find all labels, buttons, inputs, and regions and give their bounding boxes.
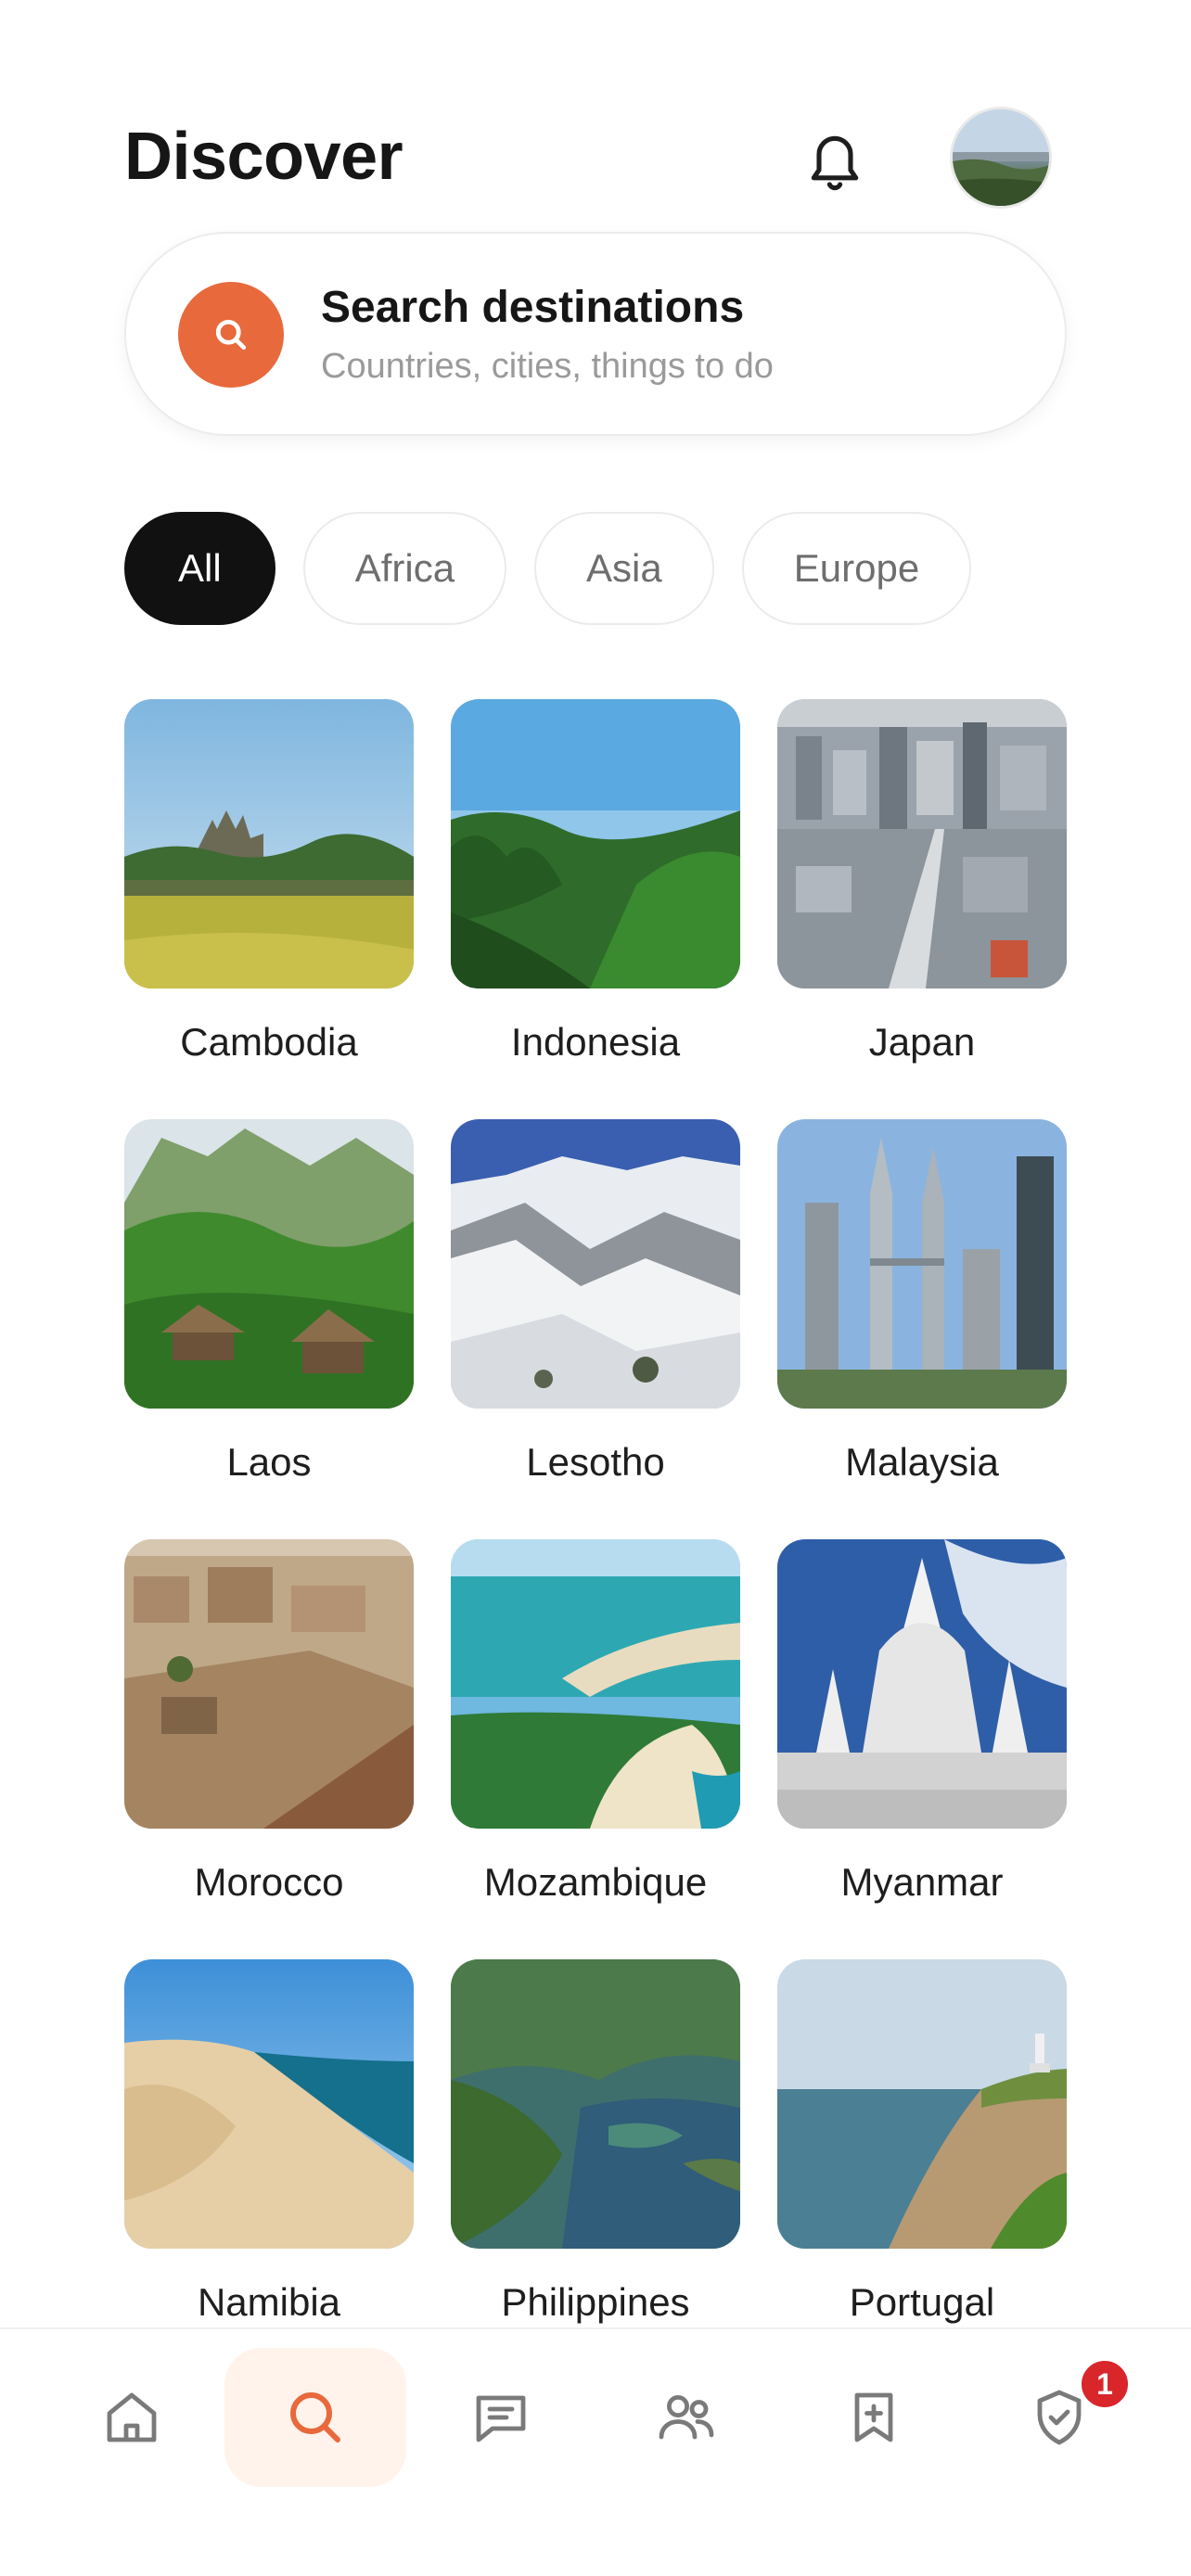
notifications-button[interactable] <box>798 122 872 197</box>
destination-image <box>777 1539 1067 1829</box>
destination-image <box>124 1539 414 1829</box>
destination-name: Portugal <box>849 2280 995 2324</box>
destination-image <box>124 1119 414 1409</box>
destination-name: Japan <box>868 1020 976 1064</box>
destination-card[interactable]: Laos <box>124 1119 414 1539</box>
destination-name: Lesotho <box>526 1440 665 1484</box>
destination-card[interactable]: Mozambique <box>451 1539 740 1959</box>
nav-people[interactable] <box>596 2348 777 2487</box>
avatar-photo <box>953 109 1049 206</box>
home-icon <box>107 2392 157 2442</box>
destination-image <box>451 699 740 988</box>
bell-icon <box>811 135 859 191</box>
destination-image <box>777 699 1067 988</box>
page-title: Discover <box>124 120 403 194</box>
destination-card[interactable]: Myanmar <box>777 1539 1067 1959</box>
destination-name: Indonesia <box>510 1020 681 1064</box>
destination-image <box>777 1119 1067 1409</box>
nav-messages[interactable] <box>410 2348 592 2487</box>
destination-image <box>451 1959 740 2249</box>
destination-image <box>124 1959 414 2249</box>
destination-grid: Cambodia Indonesia Japan Laos Lesotho Ma… <box>124 699 1067 2379</box>
destination-image <box>451 1119 740 1409</box>
destination-name: Cambodia <box>180 1020 358 1064</box>
filter-chip-europe[interactable]: Europe <box>741 512 972 625</box>
header: Discover <box>124 102 1067 213</box>
destination-card[interactable]: Philippines <box>451 1959 740 2379</box>
destination-name: Myanmar <box>840 1860 1004 1904</box>
destination-card[interactable]: Cambodia <box>124 699 414 1119</box>
nav-saved[interactable] <box>783 2348 965 2487</box>
filter-chip-asia[interactable]: Asia <box>534 512 714 625</box>
destination-image <box>777 1959 1067 2249</box>
destination-card[interactable]: Japan <box>777 699 1067 1119</box>
nav-search[interactable] <box>224 2348 406 2487</box>
chat-icon <box>476 2395 526 2442</box>
destination-card[interactable]: Portugal <box>777 1959 1067 2379</box>
search-title: Search destinations <box>321 283 745 332</box>
region-filters: All Africa Asia Europe <box>124 512 972 625</box>
destination-name: Laos <box>226 1440 312 1484</box>
destination-card[interactable]: Namibia <box>124 1959 414 2379</box>
search-icon <box>290 2392 340 2442</box>
nav-home[interactable] <box>41 2348 223 2487</box>
destination-name: Malaysia <box>845 1440 999 1484</box>
destination-card[interactable]: Lesotho <box>451 1119 740 1539</box>
destination-card[interactable]: Indonesia <box>451 699 740 1119</box>
destination-image <box>451 1539 740 1829</box>
bookmark-add-icon <box>854 2392 893 2442</box>
destination-card[interactable]: Morocco <box>124 1539 414 1959</box>
search-placeholder: Countries, cities, things to do <box>321 347 774 386</box>
search-icon <box>215 319 247 351</box>
destination-name: Mozambique <box>483 1860 708 1904</box>
bottom-nav <box>0 2327 1191 2576</box>
destination-image <box>124 699 414 988</box>
filter-chip-all[interactable]: All <box>124 512 275 625</box>
notification-badge: 1 <box>1078 2357 1132 2411</box>
destination-name: Philippines <box>501 2280 690 2324</box>
filter-chip-africa[interactable]: Africa <box>302 512 507 625</box>
search-button[interactable] <box>178 282 284 388</box>
people-icon <box>659 2395 714 2440</box>
search-bar[interactable]: Search destinations Countries, cities, t… <box>124 232 1067 436</box>
destination-name: Morocco <box>194 1860 344 1904</box>
destination-name: Namibia <box>197 2280 341 2324</box>
avatar[interactable] <box>950 107 1052 209</box>
destination-card[interactable]: Malaysia <box>777 1119 1067 1539</box>
